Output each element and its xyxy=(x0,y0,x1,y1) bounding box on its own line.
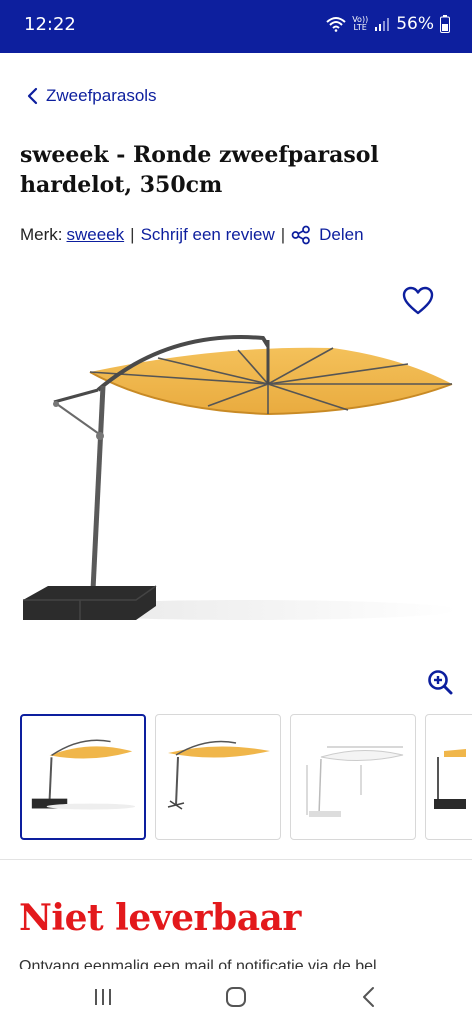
product-image[interactable] xyxy=(18,320,458,640)
status-time: 12:22 xyxy=(24,14,76,35)
thumbnail-strip[interactable] xyxy=(20,714,472,840)
breadcrumb-label: Zweefparasols xyxy=(46,86,157,105)
meta-separator: | xyxy=(280,225,286,244)
signal-icon xyxy=(375,18,390,31)
battery-percent: 56% xyxy=(396,14,434,34)
breadcrumb[interactable]: Zweefparasols xyxy=(26,86,157,106)
product-meta: Merk: sweeek | Schrijf een review | Dele… xyxy=(20,225,364,245)
heart-icon[interactable] xyxy=(402,286,434,316)
product-title: sweeek - Ronde zweefparasol hardelot, 35… xyxy=(20,142,379,198)
share-icon xyxy=(291,225,311,245)
back-icon[interactable] xyxy=(354,982,384,1012)
status-bar: 12:22 Vo)) LTE 56% xyxy=(0,0,472,53)
thumbnail-1[interactable] xyxy=(20,714,146,840)
network-type: Vo)) LTE xyxy=(352,16,368,32)
wifi-icon xyxy=(326,17,346,32)
section-divider xyxy=(0,859,472,860)
availability-status: Niet leverbaar xyxy=(19,897,301,939)
system-nav-bar xyxy=(0,970,472,1024)
thumbnail-3[interactable] xyxy=(290,714,416,840)
share-button[interactable]: Delen xyxy=(291,225,364,245)
recent-apps-icon[interactable] xyxy=(88,982,118,1012)
thumbnail-4[interactable] xyxy=(425,714,472,840)
battery-icon xyxy=(440,15,450,33)
zoom-in-icon[interactable] xyxy=(427,669,453,695)
status-icons: Vo)) LTE 56% xyxy=(326,14,450,34)
notify-text: Ontvang eenmalig een mail of notificatie… xyxy=(19,958,377,969)
home-icon[interactable] xyxy=(221,982,251,1012)
share-label: Delen xyxy=(319,225,364,244)
write-review-link[interactable]: Schrijf een review xyxy=(141,225,275,245)
meta-separator: | xyxy=(130,225,135,244)
brand-link[interactable]: sweeek xyxy=(67,225,125,245)
network-lte: LTE xyxy=(353,23,367,32)
chevron-left-icon xyxy=(27,87,38,105)
brand-label: Merk: xyxy=(20,225,63,244)
thumbnail-2[interactable] xyxy=(155,714,281,840)
